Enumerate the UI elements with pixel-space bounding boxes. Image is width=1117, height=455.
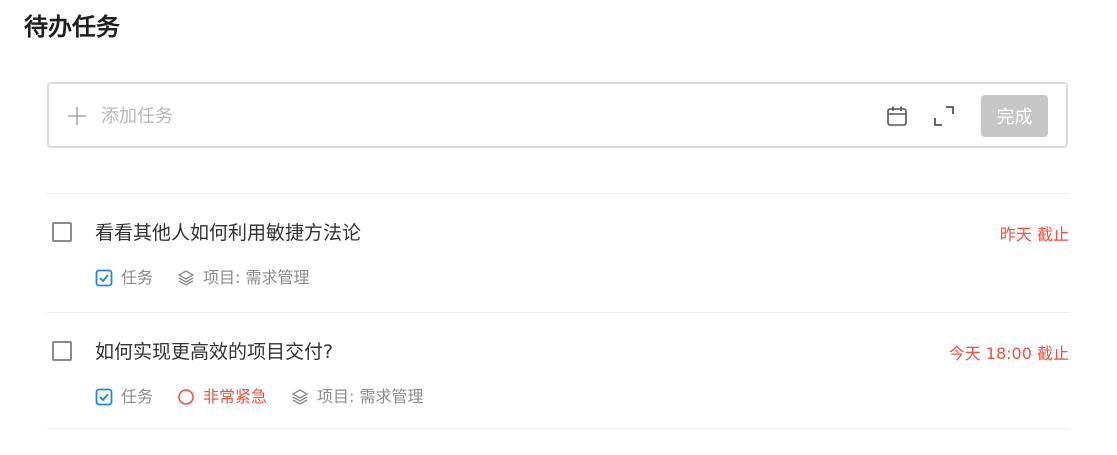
add-task-bar: 完成 (47, 82, 1068, 148)
task-project-label: 项目: 需求管理 (203, 268, 310, 287)
task-type-icon (95, 388, 113, 406)
task-deadline: 今天 18:00 截止 (948, 344, 1069, 363)
task-checkbox[interactable] (52, 341, 72, 361)
task-project: 项目: 需求管理 (177, 268, 310, 288)
task-type-label: 任务 (121, 387, 154, 406)
expand-icon[interactable] (932, 104, 956, 128)
task-title[interactable]: 如何实现更高效的项目交付? (95, 340, 333, 364)
task-type: 任务 (95, 387, 153, 407)
task-type: 任务 (95, 268, 153, 288)
add-task-input[interactable] (101, 102, 861, 130)
task-meta: 任务 非常紧急 项目: 需求管理 (95, 387, 448, 407)
layers-icon (177, 270, 195, 286)
task-priority-label: 非常紧急 (203, 387, 268, 406)
task-type-label: 任务 (121, 268, 154, 287)
task-project: 项目: 需求管理 (291, 387, 424, 407)
task-deadline: 昨天 截止 (999, 225, 1069, 244)
task-priority: 非常紧急 (177, 387, 267, 407)
task-title[interactable]: 看看其他人如何利用敏捷方法论 (95, 221, 361, 245)
task-item[interactable]: 如何实现更高效的项目交付? 今天 18:00 截止 任务 非常紧急 项目: 需求… (47, 313, 1069, 431)
task-item[interactable]: 看看其他人如何利用敏捷方法论 昨天 截止 任务 项目: 需求管理 (47, 194, 1069, 312)
done-button[interactable]: 完成 (981, 95, 1048, 137)
list-divider (47, 428, 1069, 429)
task-project-label: 项目: 需求管理 (317, 387, 424, 406)
layers-icon (291, 389, 309, 405)
plus-icon (68, 107, 86, 125)
calendar-icon[interactable] (885, 104, 909, 128)
priority-circle-icon (178, 389, 194, 405)
task-type-icon (95, 269, 113, 287)
task-meta: 任务 项目: 需求管理 (95, 268, 334, 288)
task-checkbox[interactable] (52, 222, 72, 242)
page-title: 待办任务 (24, 13, 120, 41)
